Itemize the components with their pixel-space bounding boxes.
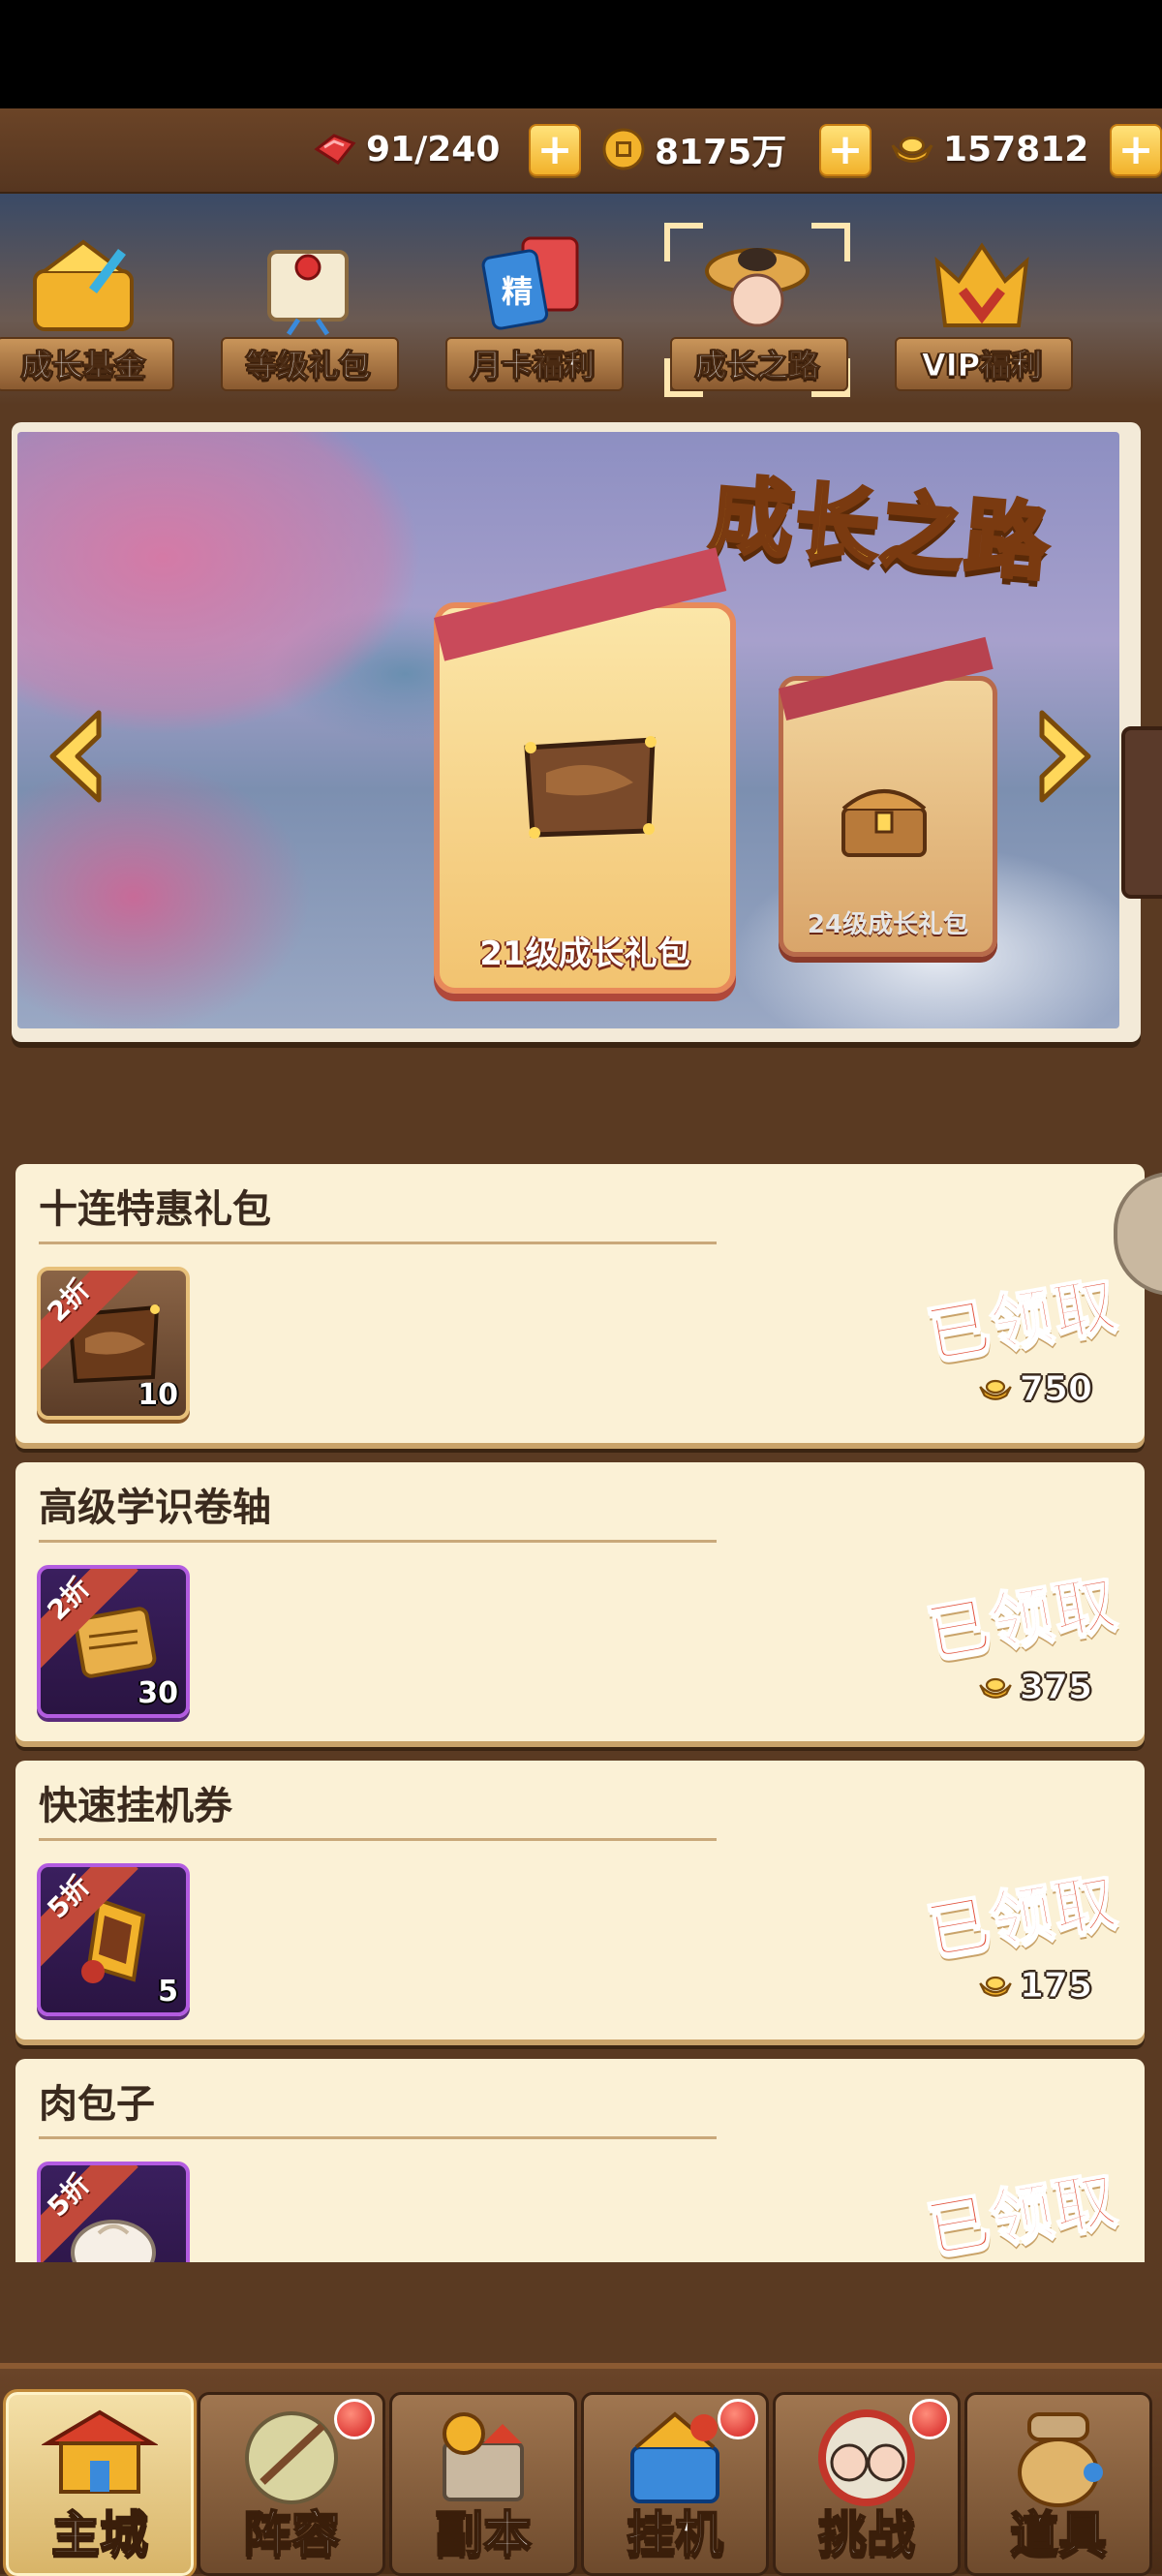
next-arrow-icon[interactable]	[1024, 703, 1102, 810]
pack-price: 375	[977, 1668, 1093, 1708]
nav-label: 道具	[1009, 2505, 1108, 2563]
tab-label: 成长基金	[20, 347, 145, 384]
price-value: 175	[1019, 1966, 1092, 2007]
notification-dot	[718, 2399, 758, 2439]
ingots-display: 157812	[889, 122, 1088, 176]
card-ribbon	[779, 636, 994, 721]
next-card-peek	[1121, 726, 1162, 899]
level-24-gift-card[interactable]: 24级成长礼包	[779, 636, 997, 957]
gold-ingot-icon	[979, 1677, 1012, 1699]
tab-label: 月卡福利	[470, 347, 595, 384]
nav-label: 阵容	[242, 2505, 341, 2563]
item-count: 30	[138, 1676, 178, 1710]
tab-label: 等级礼包	[245, 347, 370, 384]
gift-pack-icon	[524, 736, 657, 839]
card-ribbon	[434, 547, 727, 661]
add-coins-button[interactable]: +	[819, 124, 872, 176]
prev-arrow-icon[interactable]	[39, 703, 116, 810]
tab-level-gift[interactable]: 等级礼包	[211, 223, 405, 397]
claimed-stamp: 已领取	[921, 1268, 1124, 1373]
pack-item-slot[interactable]: 2折 10	[37, 1267, 190, 1420]
pack-item-slot[interactable]: 5折 5	[37, 1863, 190, 2016]
pack-row: 肉包子 5折 已领取	[15, 2059, 1145, 2262]
nav-challenge[interactable]: 挑战	[773, 2392, 961, 2576]
tab-growth-fund[interactable]: 成长基金	[0, 223, 180, 397]
banner-title: 成长之路	[705, 465, 1056, 595]
pack-price: 175	[977, 1966, 1093, 2007]
item-count: 10	[138, 1378, 178, 1412]
nav-label: 副本	[434, 2505, 533, 2563]
tab-vip[interactable]: VIP福利	[885, 223, 1079, 397]
status-bar	[0, 0, 1162, 108]
gold-ingot-icon	[889, 126, 935, 172]
vip-crown-icon	[934, 242, 1029, 327]
add-stamina-button[interactable]: +	[529, 124, 581, 176]
add-ingots-button[interactable]: +	[1110, 124, 1162, 176]
price-value: 375	[1019, 1668, 1092, 1708]
pack-name: 快速挂机券	[39, 1784, 232, 1828]
nav-main-city[interactable]: 主城	[6, 2392, 194, 2576]
gold-ingot-icon	[979, 1976, 1012, 1997]
divider	[39, 1540, 717, 1543]
tab-label: VIP福利	[921, 347, 1043, 384]
nav-label: 主城	[50, 2505, 149, 2563]
gold-ingot-icon	[979, 1379, 1012, 1400]
pack-name: 高级学识卷轴	[39, 1486, 271, 1530]
coins-display: 8175万	[600, 122, 786, 176]
pack-price: 750	[977, 1369, 1093, 1410]
bottom-nav: 主城 阵容 副本 挂机 挑战 道具	[0, 2363, 1162, 2576]
nav-items[interactable]: 道具	[964, 2392, 1152, 2576]
stamina-value: 91/240	[366, 129, 501, 169]
nav-label: 挂机	[626, 2505, 724, 2563]
item-count: 5	[158, 1975, 178, 2009]
growth-road-banner: 成长之路 21级成长礼包 24级成长礼包	[17, 432, 1119, 1028]
divider	[39, 1242, 717, 1244]
straw-hat-character-icon	[705, 248, 810, 327]
divider	[39, 1838, 717, 1841]
feature-tabs: 成长基金 等级礼包 精 月卡福利 成长之路 VIP福利	[0, 194, 1162, 405]
nav-formation[interactable]: 阵容	[198, 2392, 385, 2576]
tab-growth-road[interactable]: 成长之路	[660, 223, 854, 397]
scroll-icon	[267, 250, 349, 336]
pack-item-slot[interactable]: 2折 30	[37, 1565, 190, 1718]
stamina-display: 91/240	[312, 122, 500, 176]
pack-row: 高级学识卷轴 2折 30 已领取 375	[15, 1462, 1145, 1741]
nav-label: 挑战	[817, 2505, 916, 2563]
card-label: 21级成长礼包	[479, 935, 690, 973]
nav-idle[interactable]: 挂机	[581, 2392, 769, 2576]
nav-dungeon[interactable]: 副本	[389, 2392, 577, 2576]
pack-name: 肉包子	[39, 2082, 155, 2127]
pack-list: 十连特惠礼包 2折 10 已领取 750 高级学识卷轴 2折 30 已领取 37…	[0, 1152, 1162, 2262]
ingots-value: 157812	[943, 129, 1089, 169]
tab-label: 成长之路	[694, 347, 819, 384]
card-glyph: 精	[502, 273, 533, 310]
claimed-stamp: 已领取	[921, 2162, 1124, 2262]
treasure-chest-icon	[841, 789, 927, 857]
notification-dot	[909, 2399, 950, 2439]
level-21-gift-card[interactable]: 21级成长礼包	[434, 547, 736, 994]
pack-item-slot[interactable]: 5折	[37, 2162, 190, 2262]
selection-corner	[664, 223, 703, 261]
tab-monthly-card[interactable]: 精 月卡福利	[436, 223, 629, 397]
divider	[39, 2136, 717, 2139]
pack-row: 快速挂机券 5折 5 已领取 175	[15, 1761, 1145, 2039]
currency-bar: 91/240 + 8175万 + 157812 +	[0, 108, 1162, 196]
selection-corner	[811, 223, 850, 261]
pack-row: 十连特惠礼包 2折 10 已领取 750	[15, 1164, 1145, 1443]
pack-name: 十连特惠礼包	[39, 1187, 271, 1232]
gold-chest-icon	[33, 239, 134, 331]
stamina-icon	[312, 126, 358, 172]
coins-value: 8175万	[655, 133, 787, 172]
notification-dot	[334, 2399, 375, 2439]
card-label: 24级成长礼包	[807, 910, 969, 939]
coin-icon	[600, 126, 647, 172]
claimed-stamp: 已领取	[921, 1864, 1124, 1970]
price-value: 750	[1019, 1369, 1092, 1410]
monthly-card-icon: 精	[481, 236, 579, 330]
claimed-stamp: 已领取	[921, 1566, 1124, 1671]
